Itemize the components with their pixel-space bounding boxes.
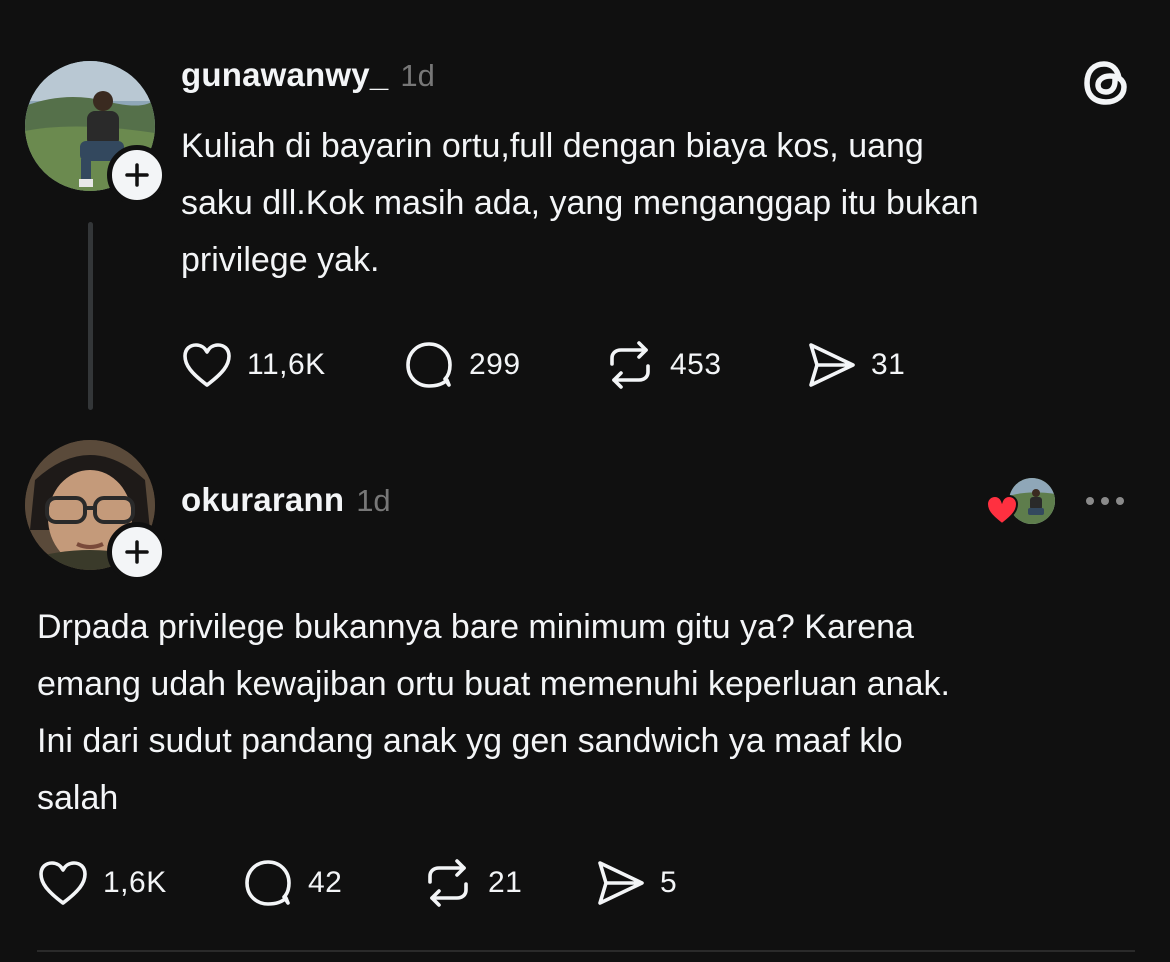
reply-button[interactable]: 299 (403, 340, 604, 390)
share-button[interactable]: 31 (805, 340, 905, 390)
comment-bubble-icon (403, 340, 455, 390)
divider (37, 950, 1135, 952)
dot (1101, 497, 1109, 505)
reply-button[interactable]: 42 (242, 858, 422, 908)
comment-bubble-icon (242, 858, 294, 908)
username[interactable]: okurarann (181, 481, 344, 518)
repost-icon (422, 858, 474, 908)
author-like-indicator (985, 478, 1057, 528)
repost-button[interactable]: 21 (422, 858, 594, 908)
post-actions: 11,6K 299 453 31 (181, 340, 905, 390)
post-text: Kuliah di bayarin ortu,full dengan biaya… (181, 127, 979, 279)
reply-text: Drpada privilege bukannya bare minimum g… (37, 608, 950, 817)
share-count: 31 (871, 348, 906, 381)
plus-icon (125, 163, 149, 187)
follow-button[interactable] (107, 145, 167, 205)
reply-header: okurarann 1d (181, 481, 391, 519)
timestamp[interactable]: 1d (400, 58, 434, 93)
repost-count: 453 (670, 348, 722, 381)
repost-button[interactable]: 453 (604, 340, 805, 390)
heart-icon (181, 341, 233, 389)
heart-icon (37, 859, 89, 907)
reply-count: 299 (469, 348, 521, 381)
follow-button[interactable] (107, 522, 167, 582)
red-heart-icon (985, 494, 1019, 526)
post-header: gunawanwy_ 1d (181, 56, 435, 94)
like-count: 1,6K (103, 866, 167, 899)
share-count: 5 (660, 866, 678, 899)
reply-count: 42 (308, 866, 343, 899)
dot (1086, 497, 1094, 505)
share-button[interactable]: 5 (594, 858, 677, 908)
plus-icon (125, 540, 149, 564)
thread-connector-line (88, 222, 93, 410)
like-button[interactable]: 11,6K (181, 341, 403, 389)
like-button[interactable]: 1,6K (37, 859, 242, 907)
send-icon (805, 340, 857, 390)
timestamp[interactable]: 1d (356, 483, 390, 518)
username[interactable]: gunawanwy_ (181, 56, 388, 93)
send-icon (594, 858, 646, 908)
like-count: 11,6K (247, 348, 326, 381)
threads-logo-icon[interactable] (1080, 56, 1134, 110)
reply-actions: 1,6K 42 21 5 (37, 858, 677, 908)
repost-icon (604, 340, 656, 390)
more-dots-icon[interactable] (1086, 497, 1124, 505)
dot (1116, 497, 1124, 505)
repost-count: 21 (488, 866, 523, 899)
